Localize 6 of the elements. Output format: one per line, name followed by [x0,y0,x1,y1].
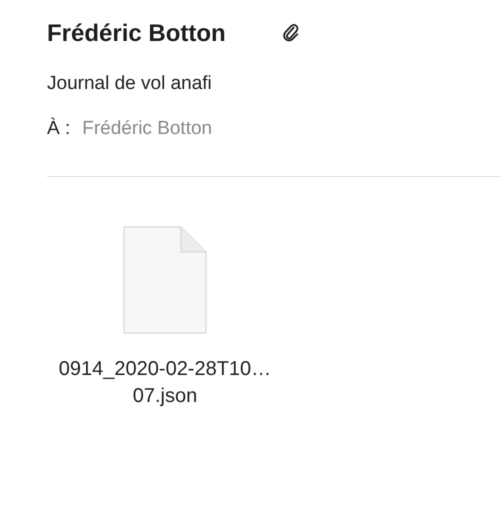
to-label: À : [47,118,70,140]
sender-name: Frédéric Botton [47,20,226,48]
attachment-filename[interactable]: 0914_2020-02-28T10…07.json [50,356,280,410]
document-icon[interactable] [123,226,207,334]
email-subject: Journal de vol anafi [47,73,213,95]
recipient-name: Frédéric Botton [82,118,212,140]
